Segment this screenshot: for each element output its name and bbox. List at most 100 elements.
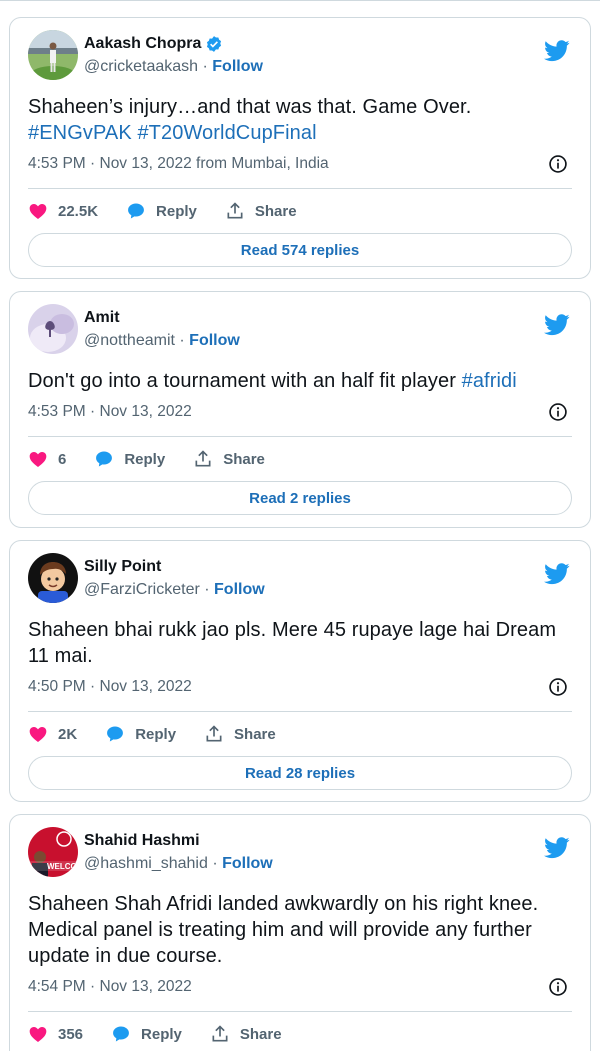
follow-button[interactable]: Follow <box>212 58 263 75</box>
like-button[interactable]: 2K <box>28 724 77 744</box>
display-name[interactable]: Shahid Hashmi <box>84 832 200 850</box>
timestamp-text[interactable]: 4:50 PM · Nov 13, 2022 <box>28 678 192 695</box>
tweet-card[interactable]: WELCO Shahid Hashmi @hashmi_shahid · Fol… <box>9 814 591 1051</box>
tweet-timestamp: 4:54 PM · Nov 13, 2022 <box>28 978 572 1000</box>
tweet-text: Shaheen bhai rukk jao pls. Mere 45 rupay… <box>28 617 572 669</box>
handle-separator: · <box>207 855 223 872</box>
info-icon[interactable] <box>548 154 568 174</box>
share-icon <box>195 450 211 467</box>
twitter-bird-icon[interactable] <box>544 837 570 859</box>
user-handle[interactable]: @FarziCricketer <box>84 581 200 598</box>
tweet-text: Don't go into a tournament with an half … <box>28 368 572 394</box>
tweet-timestamp: 4:53 PM · Nov 13, 2022 <box>28 403 572 425</box>
share-button[interactable]: Share <box>225 201 297 221</box>
tweet-timestamp: 4:50 PM · Nov 13, 2022 <box>28 678 572 700</box>
tweet-body: Shaheen’s injury…and that was that. Game… <box>28 96 472 118</box>
info-icon[interactable] <box>548 977 568 997</box>
heart-icon <box>29 452 47 467</box>
heart-icon <box>29 204 47 219</box>
like-button[interactable]: 6 <box>28 449 66 469</box>
follow-button[interactable]: Follow <box>189 332 240 349</box>
tweet-header: Amit @nottheamit · Follow <box>28 292 572 356</box>
tweet-text: Shaheen Shah Afridi landed awkwardly on … <box>28 891 572 969</box>
reply-label: Reply <box>156 202 197 220</box>
timestamp-text[interactable]: 4:54 PM · Nov 13, 2022 <box>28 978 192 995</box>
share-label: Share <box>239 1025 282 1043</box>
reply-bubble-icon <box>113 1026 129 1042</box>
heart-icon <box>29 727 47 742</box>
read-replies-button[interactable]: Read 574 replies <box>28 233 572 267</box>
timestamp-text[interactable]: 4:53 PM · Nov 13, 2022 from Mumbai, Indi… <box>28 155 329 172</box>
share-button[interactable]: Share <box>210 1024 282 1044</box>
display-name[interactable]: Amit <box>84 309 120 327</box>
reply-button[interactable]: Reply <box>126 201 197 221</box>
info-icon[interactable] <box>548 677 568 697</box>
tweet-body: Shaheen bhai rukk jao pls. Mere 45 rupay… <box>28 619 557 667</box>
top-divider <box>0 0 600 1</box>
like-button[interactable]: 356 <box>28 1024 83 1044</box>
user-handle[interactable]: @nottheamit <box>84 332 175 349</box>
info-icon[interactable] <box>548 402 568 422</box>
handle-separator: · <box>198 58 213 75</box>
reply-label: Reply <box>141 1025 182 1043</box>
share-button[interactable]: Share <box>193 449 265 469</box>
avatar[interactable] <box>28 304 78 354</box>
follow-button[interactable]: Follow <box>222 855 273 872</box>
user-handle[interactable]: @hashmi_shahid <box>84 855 208 872</box>
action-bar: 22.5K Reply Share <box>28 189 572 233</box>
user-handle[interactable]: @cricketaakash <box>84 58 198 75</box>
hashtags[interactable]: #afridi <box>462 370 517 392</box>
action-bar: 356 Reply Share <box>28 1012 572 1051</box>
reply-bubble-icon <box>128 203 144 219</box>
tweet-timestamp: 4:53 PM · Nov 13, 2022 from Mumbai, Indi… <box>28 155 572 177</box>
verified-badge-icon <box>207 36 222 52</box>
tweet-body: Shaheen Shah Afridi landed awkwardly on … <box>28 893 539 967</box>
share-icon <box>227 202 243 219</box>
reply-bubble-icon <box>96 451 113 467</box>
read-replies-button[interactable]: Read 28 replies <box>28 756 572 790</box>
like-count: 22.5K <box>58 202 99 220</box>
twitter-bird-icon[interactable] <box>544 563 570 585</box>
share-label: Share <box>234 725 276 743</box>
heart-icon <box>29 1027 47 1042</box>
reply-label: Reply <box>135 725 177 743</box>
tweet-text: Shaheen’s injury…and that was that. Game… <box>28 94 572 146</box>
tweet-header: Aakash Chopra @cricketaakash · Follow <box>28 18 572 82</box>
display-name[interactable]: Aakash Chopra <box>84 35 201 53</box>
reply-button[interactable]: Reply <box>105 724 176 744</box>
reply-button[interactable]: Reply <box>111 1024 182 1044</box>
reply-label: Reply <box>124 450 166 468</box>
avatar[interactable] <box>28 553 78 603</box>
twitter-bird-icon[interactable] <box>544 314 570 336</box>
avatar-sign-text: WELCO <box>47 862 77 871</box>
tweet-card[interactable]: Silly Point @FarziCricketer · Follow Sha… <box>9 540 591 802</box>
hashtags[interactable]: #ENGvPAK #T20WorldCupFinal <box>28 122 317 144</box>
like-count: 6 <box>58 450 67 468</box>
read-replies-button[interactable]: Read 2 replies <box>28 481 572 515</box>
action-bar: 6 Reply Share <box>28 437 572 481</box>
follow-button[interactable]: Follow <box>214 581 265 598</box>
share-button[interactable]: Share <box>204 724 276 744</box>
avatar[interactable] <box>28 30 78 80</box>
like-button[interactable]: 22.5K <box>28 201 98 221</box>
like-count: 2K <box>58 725 78 743</box>
tweet-card[interactable]: Amit @nottheamit · Follow Don't go into … <box>9 291 591 528</box>
like-count: 356 <box>58 1025 84 1043</box>
reply-bubble-icon <box>107 726 124 742</box>
handle-separator: · <box>174 332 190 349</box>
share-icon <box>206 725 222 742</box>
tweet-header: Silly Point @FarziCricketer · Follow <box>28 541 572 605</box>
reply-button[interactable]: Reply <box>94 449 165 469</box>
twitter-bird-icon[interactable] <box>544 40 570 62</box>
tweet-header: WELCO Shahid Hashmi @hashmi_shahid · Fol… <box>28 815 572 879</box>
tweet-card[interactable]: Aakash Chopra @cricketaakash · Follow Sh… <box>9 17 591 279</box>
share-label: Share <box>223 450 265 468</box>
timestamp-text[interactable]: 4:53 PM · Nov 13, 2022 <box>28 403 192 420</box>
share-icon <box>212 1025 228 1042</box>
display-name[interactable]: Silly Point <box>84 558 161 576</box>
action-bar: 2K Reply Share <box>28 712 572 756</box>
avatar[interactable]: WELCO <box>28 827 78 877</box>
tweet-body: Don't go into a tournament with an half … <box>28 370 462 392</box>
share-label: Share <box>254 202 297 220</box>
handle-separator: · <box>199 581 215 598</box>
